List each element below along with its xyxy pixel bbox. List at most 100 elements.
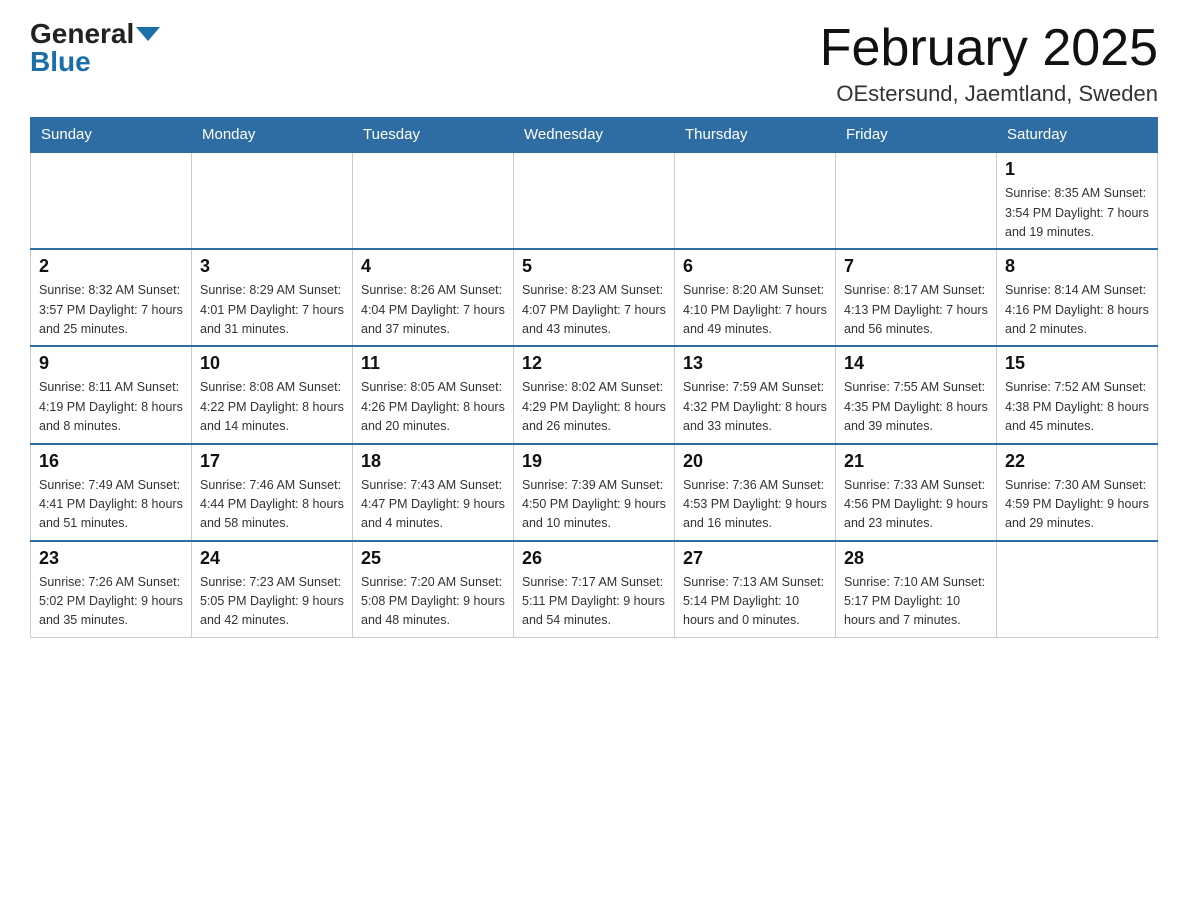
day-info: Sunrise: 8:02 AM Sunset: 4:29 PM Dayligh…: [522, 378, 666, 436]
calendar-cell: [836, 152, 997, 249]
logo-blue-text: Blue: [30, 48, 91, 76]
calendar-cell: 20 Sunrise: 7:36 AM Sunset: 4:53 PM Dayli…: [675, 444, 836, 541]
weekday-header-monday: Monday: [192, 118, 353, 153]
day-info: Sunrise: 8:17 AM Sunset: 4:13 PM Dayligh…: [844, 281, 988, 339]
calendar-cell: 4 Sunrise: 8:26 AM Sunset: 4:04 PM Daylig…: [353, 249, 514, 346]
day-number: 4: [361, 256, 505, 277]
day-info: Sunrise: 7:39 AM Sunset: 4:50 PM Dayligh…: [522, 476, 666, 534]
day-number: 9: [39, 353, 183, 374]
calendar-cell: 2 Sunrise: 8:32 AM Sunset: 3:57 PM Daylig…: [31, 249, 192, 346]
day-info: Sunrise: 8:08 AM Sunset: 4:22 PM Dayligh…: [200, 378, 344, 436]
day-number: 1: [1005, 159, 1149, 180]
day-number: 26: [522, 548, 666, 569]
day-info: Sunrise: 7:59 AM Sunset: 4:32 PM Dayligh…: [683, 378, 827, 436]
calendar-cell: 18 Sunrise: 7:43 AM Sunset: 4:47 PM Dayli…: [353, 444, 514, 541]
calendar-cell: 17 Sunrise: 7:46 AM Sunset: 4:44 PM Dayli…: [192, 444, 353, 541]
day-number: 21: [844, 451, 988, 472]
calendar-cell: 21Sunrise: 7:33 AM Sunset: 4:56 PM Dayli…: [836, 444, 997, 541]
day-number: 17: [200, 451, 344, 472]
calendar-cell: 5 Sunrise: 8:23 AM Sunset: 4:07 PM Daylig…: [514, 249, 675, 346]
calendar-cell: 28 Sunrise: 7:10 AM Sunset: 5:17 PM Dayli…: [836, 541, 997, 638]
day-number: 19: [522, 451, 666, 472]
day-info: Sunrise: 7:55 AM Sunset: 4:35 PM Dayligh…: [844, 378, 988, 436]
calendar-cell: 23Sunrise: 7:26 AM Sunset: 5:02 PM Dayli…: [31, 541, 192, 638]
logo: General Blue: [30, 20, 160, 76]
calendar-cell: 6Sunrise: 8:20 AM Sunset: 4:10 PM Daylig…: [675, 249, 836, 346]
day-number: 11: [361, 353, 505, 374]
calendar-cell: [353, 152, 514, 249]
day-info: Sunrise: 7:20 AM Sunset: 5:08 PM Dayligh…: [361, 573, 505, 631]
calendar-cell: 15Sunrise: 7:52 AM Sunset: 4:38 PM Dayli…: [997, 346, 1158, 443]
calendar-week-1: 1 Sunrise: 8:35 AM Sunset: 3:54 PM Daylig…: [31, 152, 1158, 249]
calendar-week-5: 23Sunrise: 7:26 AM Sunset: 5:02 PM Dayli…: [31, 541, 1158, 638]
month-title: February 2025: [820, 20, 1158, 77]
calendar-week-4: 16Sunrise: 7:49 AM Sunset: 4:41 PM Dayli…: [31, 444, 1158, 541]
day-number: 25: [361, 548, 505, 569]
calendar-cell: [31, 152, 192, 249]
day-number: 8: [1005, 256, 1149, 277]
day-number: 3: [200, 256, 344, 277]
weekday-header-thursday: Thursday: [675, 118, 836, 153]
day-info: Sunrise: 8:20 AM Sunset: 4:10 PM Dayligh…: [683, 281, 827, 339]
logo-arrow-icon: [136, 27, 160, 41]
day-info: Sunrise: 7:43 AM Sunset: 4:47 PM Dayligh…: [361, 476, 505, 534]
day-info: Sunrise: 7:30 AM Sunset: 4:59 PM Dayligh…: [1005, 476, 1149, 534]
page-header: General Blue February 2025 OEstersund, J…: [30, 20, 1158, 107]
day-info: Sunrise: 8:14 AM Sunset: 4:16 PM Dayligh…: [1005, 281, 1149, 339]
day-info: Sunrise: 8:05 AM Sunset: 4:26 PM Dayligh…: [361, 378, 505, 436]
day-info: Sunrise: 8:35 AM Sunset: 3:54 PM Dayligh…: [1005, 184, 1149, 242]
day-number: 27: [683, 548, 827, 569]
day-info: Sunrise: 7:36 AM Sunset: 4:53 PM Dayligh…: [683, 476, 827, 534]
day-info: Sunrise: 8:29 AM Sunset: 4:01 PM Dayligh…: [200, 281, 344, 339]
calendar-cell: 9 Sunrise: 8:11 AM Sunset: 4:19 PM Daylig…: [31, 346, 192, 443]
day-info: Sunrise: 7:23 AM Sunset: 5:05 PM Dayligh…: [200, 573, 344, 631]
calendar-cell: 3 Sunrise: 8:29 AM Sunset: 4:01 PM Daylig…: [192, 249, 353, 346]
day-number: 5: [522, 256, 666, 277]
weekday-header-wednesday: Wednesday: [514, 118, 675, 153]
day-number: 13: [683, 353, 827, 374]
weekday-header-friday: Friday: [836, 118, 997, 153]
calendar-cell: 16Sunrise: 7:49 AM Sunset: 4:41 PM Dayli…: [31, 444, 192, 541]
calendar-cell: 10Sunrise: 8:08 AM Sunset: 4:22 PM Dayli…: [192, 346, 353, 443]
day-number: 18: [361, 451, 505, 472]
day-number: 2: [39, 256, 183, 277]
day-info: Sunrise: 7:46 AM Sunset: 4:44 PM Dayligh…: [200, 476, 344, 534]
calendar-cell: [997, 541, 1158, 638]
day-info: Sunrise: 7:26 AM Sunset: 5:02 PM Dayligh…: [39, 573, 183, 631]
weekday-header-row: SundayMondayTuesdayWednesdayThursdayFrid…: [31, 118, 1158, 153]
day-number: 28: [844, 548, 988, 569]
calendar-body: 1 Sunrise: 8:35 AM Sunset: 3:54 PM Daylig…: [31, 152, 1158, 637]
calendar-header: SundayMondayTuesdayWednesdayThursdayFrid…: [31, 118, 1158, 153]
day-info: Sunrise: 8:23 AM Sunset: 4:07 PM Dayligh…: [522, 281, 666, 339]
weekday-header-sunday: Sunday: [31, 118, 192, 153]
weekday-header-tuesday: Tuesday: [353, 118, 514, 153]
calendar-cell: [192, 152, 353, 249]
day-number: 22: [1005, 451, 1149, 472]
calendar-table: SundayMondayTuesdayWednesdayThursdayFrid…: [30, 117, 1158, 638]
calendar-cell: 22 Sunrise: 7:30 AM Sunset: 4:59 PM Dayli…: [997, 444, 1158, 541]
location-text: OEstersund, Jaemtland, Sweden: [820, 81, 1158, 107]
day-info: Sunrise: 7:13 AM Sunset: 5:14 PM Dayligh…: [683, 573, 827, 631]
calendar-cell: 26 Sunrise: 7:17 AM Sunset: 5:11 PM Dayli…: [514, 541, 675, 638]
day-info: Sunrise: 7:17 AM Sunset: 5:11 PM Dayligh…: [522, 573, 666, 631]
calendar-cell: 14 Sunrise: 7:55 AM Sunset: 4:35 PM Dayli…: [836, 346, 997, 443]
day-number: 14: [844, 353, 988, 374]
calendar-cell: 8 Sunrise: 8:14 AM Sunset: 4:16 PM Daylig…: [997, 249, 1158, 346]
day-number: 16: [39, 451, 183, 472]
calendar-cell: [514, 152, 675, 249]
day-info: Sunrise: 8:26 AM Sunset: 4:04 PM Dayligh…: [361, 281, 505, 339]
calendar-week-2: 2 Sunrise: 8:32 AM Sunset: 3:57 PM Daylig…: [31, 249, 1158, 346]
calendar-cell: 13 Sunrise: 7:59 AM Sunset: 4:32 PM Dayli…: [675, 346, 836, 443]
calendar-cell: 11 Sunrise: 8:05 AM Sunset: 4:26 PM Dayli…: [353, 346, 514, 443]
day-number: 20: [683, 451, 827, 472]
calendar-week-3: 9 Sunrise: 8:11 AM Sunset: 4:19 PM Daylig…: [31, 346, 1158, 443]
day-info: Sunrise: 7:52 AM Sunset: 4:38 PM Dayligh…: [1005, 378, 1149, 436]
day-info: Sunrise: 8:11 AM Sunset: 4:19 PM Dayligh…: [39, 378, 183, 436]
day-number: 12: [522, 353, 666, 374]
calendar-cell: [675, 152, 836, 249]
day-number: 24: [200, 548, 344, 569]
day-info: Sunrise: 8:32 AM Sunset: 3:57 PM Dayligh…: [39, 281, 183, 339]
calendar-cell: 1 Sunrise: 8:35 AM Sunset: 3:54 PM Daylig…: [997, 152, 1158, 249]
day-info: Sunrise: 7:10 AM Sunset: 5:17 PM Dayligh…: [844, 573, 988, 631]
calendar-cell: 25 Sunrise: 7:20 AM Sunset: 5:08 PM Dayli…: [353, 541, 514, 638]
